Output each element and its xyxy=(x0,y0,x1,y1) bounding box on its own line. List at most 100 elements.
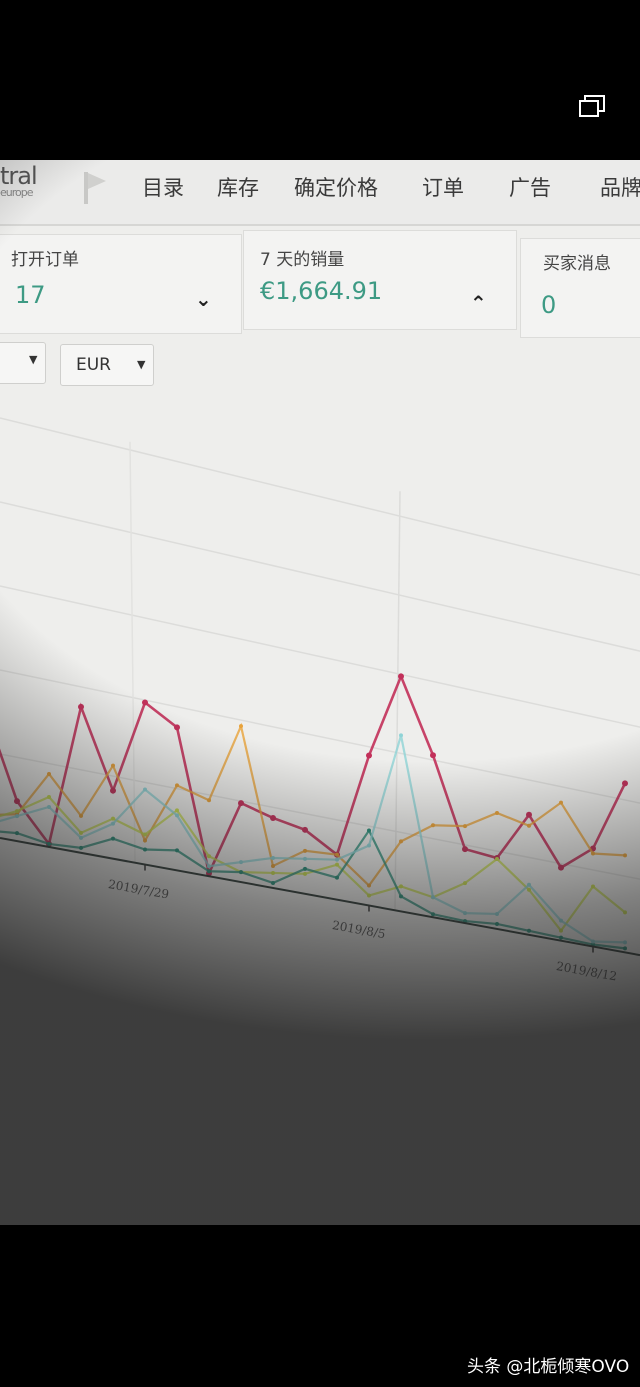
data-point xyxy=(559,935,563,940)
data-point xyxy=(559,918,563,923)
data-point xyxy=(175,808,179,813)
data-point xyxy=(303,871,307,876)
data-point xyxy=(559,800,563,805)
data-point xyxy=(335,862,339,867)
grid-line xyxy=(0,585,640,728)
data-point xyxy=(239,724,243,729)
x-tick-label: 2019/8/5 xyxy=(331,918,387,941)
data-point xyxy=(238,800,244,807)
data-point xyxy=(526,811,532,818)
data-point xyxy=(143,787,147,792)
data-point xyxy=(303,866,307,871)
data-point xyxy=(143,838,147,843)
data-point xyxy=(367,883,371,888)
data-point xyxy=(399,894,403,899)
data-point xyxy=(302,826,308,833)
data-point xyxy=(271,880,275,885)
data-point xyxy=(591,851,595,856)
data-point xyxy=(111,821,115,826)
data-point xyxy=(239,870,243,875)
data-point xyxy=(79,835,83,840)
grid-line xyxy=(0,669,640,804)
data-point xyxy=(335,875,339,880)
data-point xyxy=(399,839,403,844)
data-point xyxy=(207,869,211,874)
data-point xyxy=(559,928,563,933)
restore-window-icon[interactable] xyxy=(579,95,605,117)
data-point xyxy=(47,771,51,776)
x-axis xyxy=(0,837,640,957)
data-point xyxy=(111,763,115,768)
data-point xyxy=(623,946,627,951)
data-point xyxy=(335,857,339,862)
grid-line xyxy=(0,753,640,880)
data-point xyxy=(463,881,467,886)
data-point xyxy=(623,853,627,858)
data-point xyxy=(622,780,628,787)
data-point xyxy=(111,816,115,821)
data-point xyxy=(207,798,211,803)
series-line-4 xyxy=(0,735,626,944)
data-point xyxy=(174,724,180,731)
data-point xyxy=(207,864,211,869)
data-point xyxy=(366,752,372,759)
data-point xyxy=(463,824,467,829)
data-point xyxy=(175,848,179,853)
series-line-1 xyxy=(0,722,626,888)
data-point xyxy=(239,860,243,865)
data-point xyxy=(303,856,307,861)
data-point xyxy=(15,809,19,814)
data-point xyxy=(15,814,19,819)
data-point xyxy=(143,832,147,837)
data-point xyxy=(495,911,499,916)
data-point xyxy=(463,911,467,916)
data-point xyxy=(143,847,147,852)
data-point xyxy=(367,843,371,848)
watermark: 头条 @北栀倾寒OVO xyxy=(467,1357,630,1377)
data-point xyxy=(431,912,435,917)
data-point xyxy=(79,830,83,835)
data-point xyxy=(270,814,276,821)
data-point xyxy=(495,921,499,926)
x-tick-label: 2019/8/12 xyxy=(555,959,618,983)
data-point xyxy=(527,882,531,887)
data-point xyxy=(495,810,499,815)
data-point xyxy=(207,854,211,859)
data-point xyxy=(367,828,371,833)
data-point xyxy=(47,841,51,846)
seller-central-screen: tral europe 目录 库存 确定价格 订单 广告 品牌 打开订单 17 ⌄… xyxy=(0,160,640,1225)
data-point xyxy=(175,783,179,788)
data-point xyxy=(303,848,307,853)
data-point xyxy=(14,798,20,805)
data-point xyxy=(271,863,275,868)
data-point xyxy=(78,703,84,710)
data-point xyxy=(271,855,275,860)
data-point xyxy=(142,699,148,706)
data-point xyxy=(623,940,627,945)
data-point xyxy=(527,887,531,892)
data-point xyxy=(591,939,595,944)
data-point xyxy=(47,804,51,809)
sales-chart: 2019/7/29 2019/8/5 2019/8/12 xyxy=(0,417,640,984)
data-point xyxy=(431,895,435,900)
grid-line xyxy=(0,501,640,652)
x-tick-label: 2019/7/29 xyxy=(107,877,170,901)
data-point xyxy=(47,794,51,799)
data-point xyxy=(271,870,275,875)
data-point xyxy=(495,856,499,861)
data-point xyxy=(558,864,564,871)
data-point xyxy=(175,813,179,818)
data-point xyxy=(367,893,371,898)
data-point xyxy=(430,752,436,759)
series-line-3 xyxy=(0,828,626,950)
data-point xyxy=(462,846,468,853)
data-point xyxy=(591,884,595,889)
data-point xyxy=(398,673,404,680)
data-point xyxy=(527,823,531,828)
data-point xyxy=(623,910,627,915)
data-point xyxy=(431,823,435,828)
data-point xyxy=(399,884,403,889)
data-point xyxy=(110,787,116,794)
data-point xyxy=(111,836,115,841)
data-point xyxy=(79,845,83,850)
